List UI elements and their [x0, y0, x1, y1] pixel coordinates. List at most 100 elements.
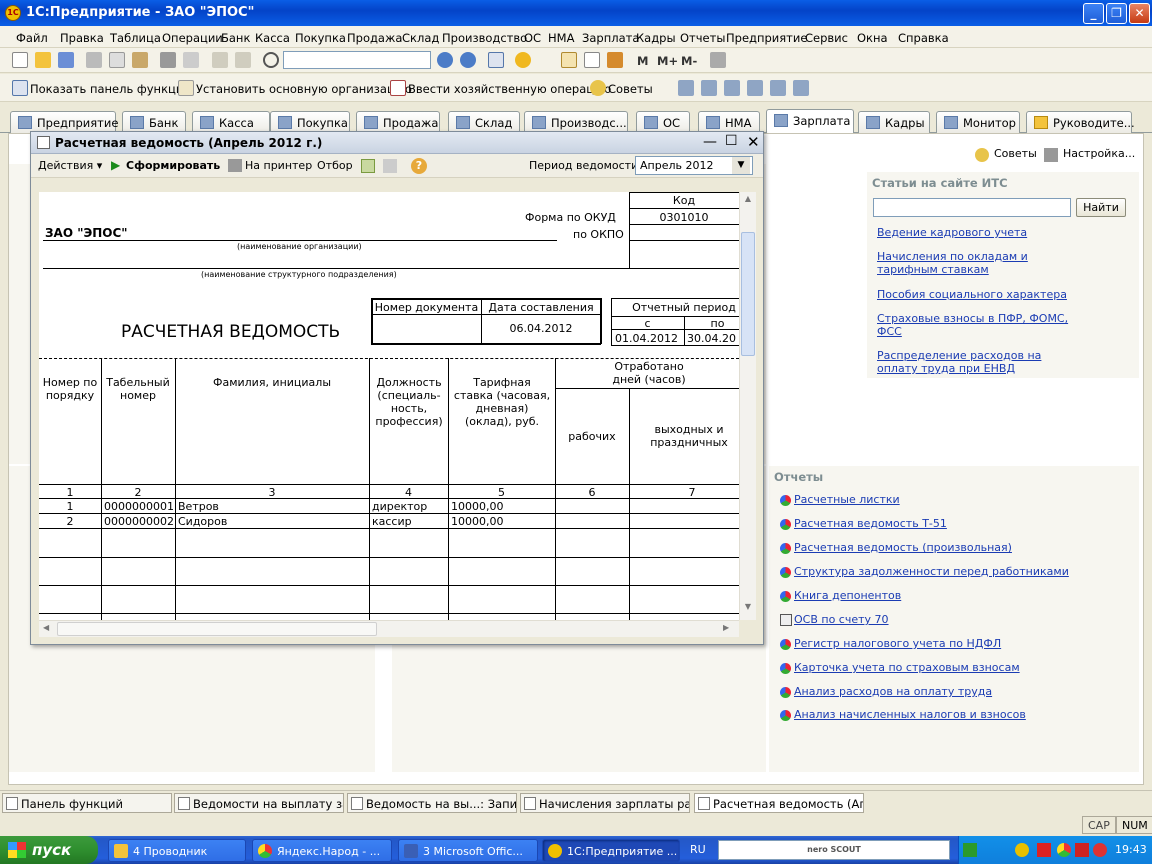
- set-org-button[interactable]: Установить основную организацию: [196, 82, 412, 96]
- calendar-icon[interactable]: [584, 52, 600, 68]
- report-link-payslips[interactable]: Расчетные листки: [794, 493, 900, 506]
- form-button[interactable]: Сформировать: [126, 159, 220, 172]
- tray-arrow-icon[interactable]: [963, 843, 977, 857]
- memory-mminus-button[interactable]: M-: [681, 54, 697, 68]
- close-button[interactable]: ✕: [1129, 3, 1150, 24]
- new-icon[interactable]: [12, 52, 28, 68]
- wintask-function-panel[interactable]: Панель функций: [2, 793, 172, 813]
- print-button[interactable]: На принтер: [245, 159, 312, 172]
- start-button[interactable]: пуск: [0, 836, 98, 864]
- memory-m-button[interactable]: M: [637, 54, 648, 68]
- menu-purchase[interactable]: Покупка: [295, 31, 346, 45]
- wintask-payroll-statement[interactable]: Расчетная ведомость (Апр...: [694, 793, 864, 813]
- help-icon[interactable]: ?: [411, 158, 427, 174]
- menu-reports[interactable]: Отчеты: [680, 31, 725, 45]
- filter-button[interactable]: Отбор: [317, 159, 353, 172]
- open-icon[interactable]: [35, 52, 51, 68]
- scroll-left-icon[interactable]: ◀: [43, 623, 49, 632]
- its-link-benefits[interactable]: Пособия социального характера: [877, 288, 1067, 301]
- settings-report-icon[interactable]: [361, 159, 375, 173]
- wintask-statement-saved[interactable]: Ведомость на вы...: Записан: [347, 793, 517, 813]
- show-panel-button[interactable]: Показать панель функций: [30, 82, 191, 96]
- menu-bank[interactable]: Банк: [221, 31, 250, 45]
- language-indicator[interactable]: RU: [690, 843, 706, 856]
- report-link-ndfl[interactable]: Регистр налогового учета по НДФЛ: [794, 637, 1001, 650]
- copy-icon[interactable]: [109, 52, 125, 68]
- its-link-accruals[interactable]: Начисления по окладам и тарифным ставкам: [877, 250, 1077, 276]
- its-search-input[interactable]: [873, 198, 1071, 217]
- chevron-down-icon[interactable]: ▼: [732, 157, 750, 174]
- horizontal-scrollbar[interactable]: ◀ ▶: [39, 620, 739, 637]
- tab-purchase[interactable]: Покупка: [270, 111, 350, 133]
- report-icon-4[interactable]: [747, 80, 763, 96]
- tab-nma[interactable]: НМА: [698, 111, 760, 133]
- menu-edit[interactable]: Правка: [60, 31, 104, 45]
- tab-enterprise[interactable]: Предприятие: [10, 111, 118, 133]
- its-link-contributions[interactable]: Страховые взносы в ПФР, ФОМС, ФСС: [877, 312, 1077, 338]
- memory-mplus-button[interactable]: M+: [657, 54, 678, 68]
- menu-windows[interactable]: Окна: [857, 31, 888, 45]
- menu-enterprise[interactable]: Предприятие: [726, 31, 807, 45]
- scroll-right-icon[interactable]: ▶: [723, 623, 729, 632]
- menu-salary[interactable]: Зарплата: [582, 31, 639, 45]
- tab-hr[interactable]: Кадры: [858, 111, 930, 133]
- tips-button[interactable]: Советы: [608, 82, 653, 96]
- taskbar-chrome[interactable]: Яндекс.Народ - ...: [252, 839, 392, 862]
- tab-sales[interactable]: Продажа: [356, 111, 440, 133]
- taskbar-office[interactable]: 3 Microsoft Offic...: [398, 839, 538, 862]
- redo-icon[interactable]: [235, 52, 251, 68]
- tools-icon[interactable]: [710, 52, 726, 68]
- dialog-close-button[interactable]: ✕: [747, 133, 760, 151]
- report-link-labor-costs[interactable]: Анализ расходов на оплату труда: [794, 685, 992, 698]
- search-input[interactable]: [283, 51, 431, 69]
- tray-k-icon[interactable]: [1075, 843, 1089, 857]
- taskbar-explorer[interactable]: 4 Проводник: [108, 839, 246, 862]
- tab-salary[interactable]: Зарплата: [766, 109, 854, 134]
- scroll-down-icon[interactable]: ▼: [742, 602, 754, 616]
- undo-icon[interactable]: [212, 52, 228, 68]
- tray-chrome-icon[interactable]: [1057, 843, 1071, 857]
- menu-hr[interactable]: Кадры: [636, 31, 676, 45]
- period-select[interactable]: Апрель 2012 ▼: [635, 156, 753, 175]
- its-link-envd[interactable]: Распределение расходов на оплату труда п…: [877, 349, 1077, 375]
- find-button[interactable]: Найти: [1076, 198, 1126, 217]
- info-icon[interactable]: [515, 52, 531, 68]
- paste-icon[interactable]: [132, 52, 148, 68]
- menu-warehouse[interactable]: Склад: [402, 31, 439, 45]
- menu-help[interactable]: Справка: [898, 31, 949, 45]
- menu-operations[interactable]: Операции: [162, 31, 223, 45]
- report-icon-6[interactable]: [793, 80, 809, 96]
- dialog-minimize-button[interactable]: —: [703, 134, 717, 150]
- menu-sales[interactable]: Продажа: [347, 31, 402, 45]
- report-icon-5[interactable]: [770, 80, 786, 96]
- scroll-up-icon[interactable]: ▲: [742, 194, 754, 208]
- menu-kassa[interactable]: Касса: [255, 31, 290, 45]
- wintask-salary-accruals[interactable]: Начисления зарплаты рабо...: [520, 793, 690, 813]
- report-link-debt[interactable]: Структура задолженности перед работникам…: [794, 565, 1069, 578]
- menu-production[interactable]: Производство: [442, 31, 527, 45]
- report-link-insurance[interactable]: Карточка учета по страховым взносам: [794, 661, 1020, 674]
- search-next-icon[interactable]: [437, 52, 453, 68]
- search-icon[interactable]: [263, 52, 279, 68]
- settings-link[interactable]: Настройка...: [1063, 147, 1135, 160]
- report-link-custom[interactable]: Расчетная ведомость (произвольная): [794, 541, 1012, 554]
- actions-menu[interactable]: Действия ▾: [38, 159, 102, 172]
- tray-shield-icon[interactable]: [1093, 843, 1107, 857]
- menu-service[interactable]: Сервис: [805, 31, 848, 45]
- save-icon[interactable]: [58, 52, 74, 68]
- search-prev-icon[interactable]: [460, 52, 476, 68]
- report-link-depositors[interactable]: Книга депонентов: [794, 589, 901, 602]
- tray-v-icon[interactable]: [1037, 843, 1051, 857]
- menu-os[interactable]: ОС: [524, 31, 541, 45]
- tab-os[interactable]: ОС: [636, 111, 690, 133]
- report-icon-2[interactable]: [701, 80, 717, 96]
- tips-link[interactable]: Советы: [994, 147, 1037, 160]
- minimize-button[interactable]: _: [1083, 3, 1104, 24]
- maximize-button[interactable]: ❐: [1106, 3, 1127, 24]
- hscroll-thumb[interactable]: [57, 622, 377, 636]
- menu-nma[interactable]: НМА: [548, 31, 574, 45]
- dialog-maximize-button[interactable]: ☐: [725, 133, 738, 149]
- windows-icon[interactable]: [488, 52, 504, 68]
- copy-report-icon[interactable]: [383, 159, 397, 173]
- tab-production[interactable]: Производс...: [524, 111, 628, 133]
